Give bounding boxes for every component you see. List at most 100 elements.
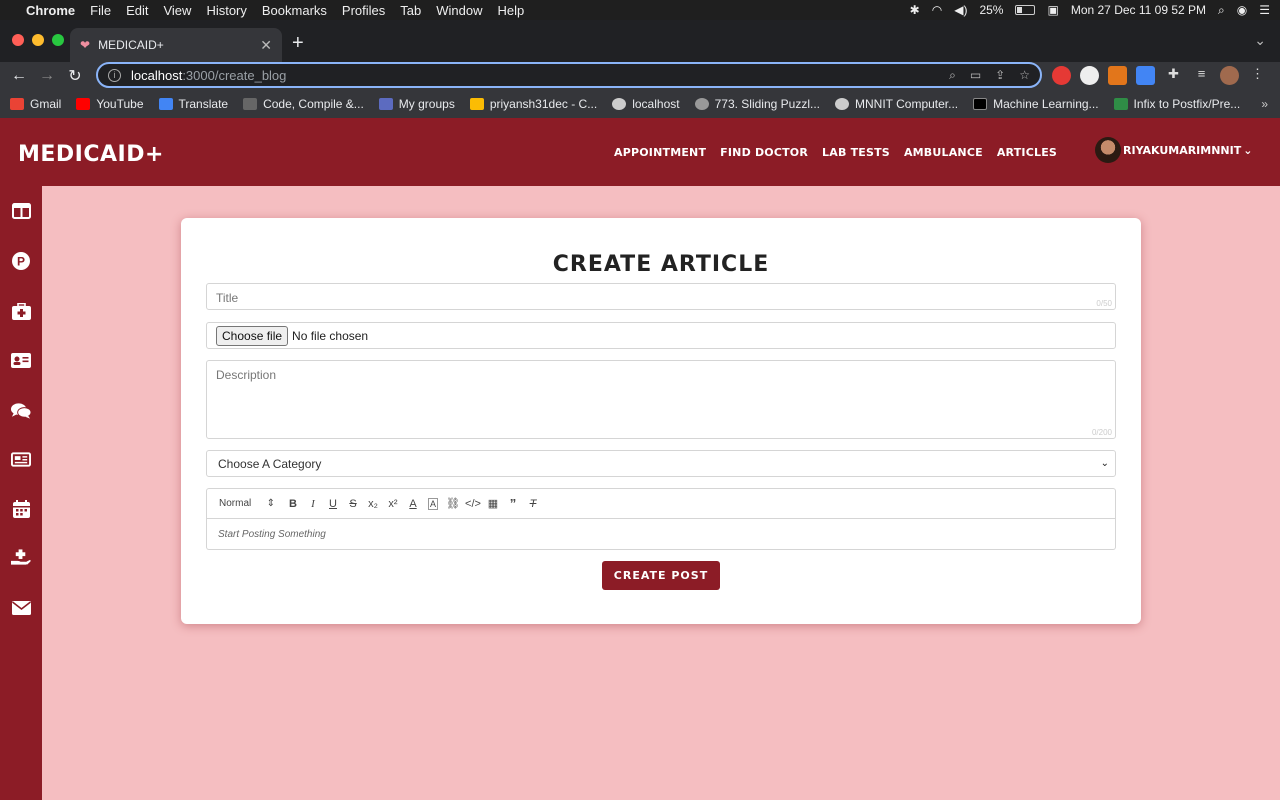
bold-icon[interactable]: B xyxy=(283,498,303,510)
keyboard-icon[interactable]: ▣ xyxy=(1047,3,1058,17)
share-icon[interactable]: ⇪ xyxy=(995,68,1005,83)
forward-arrow-icon[interactable]: → xyxy=(33,67,61,85)
back-arrow-icon[interactable]: ← xyxy=(5,67,33,85)
background-color-icon[interactable]: A xyxy=(423,497,443,510)
nav-appointment[interactable]: APPOINTMENT xyxy=(614,146,706,159)
puzzle-extensions-icon[interactable]: ✚ xyxy=(1164,66,1183,85)
italic-icon[interactable]: I xyxy=(303,498,323,510)
create-post-button[interactable]: CREATE POST xyxy=(602,561,720,590)
clock[interactable]: Mon 27 Dec 11 09 52 PM xyxy=(1071,3,1206,17)
category-select[interactable]: Choose A Category ⌄ xyxy=(206,450,1116,477)
address-bar[interactable]: i localhost:3000/create_blog ⌕ ▭ ⇪ ☆ xyxy=(96,62,1042,88)
strikethrough-icon[interactable]: S xyxy=(343,498,363,510)
video-icon[interactable]: ▦ xyxy=(483,497,503,510)
menu-app-name[interactable]: Chrome xyxy=(26,3,75,18)
underline-icon[interactable]: U xyxy=(323,498,343,510)
spotlight-search-icon[interactable]: ⌕ xyxy=(1218,3,1225,18)
bookmark-my-groups[interactable]: My groups xyxy=(378,97,455,111)
nav-lab-tests[interactable]: LAB TESTS xyxy=(822,146,890,159)
profile-avatar-icon[interactable] xyxy=(1220,66,1239,85)
format-picker[interactable]: Normal ⇕ xyxy=(219,498,283,509)
volume-icon[interactable]: ◀︎) xyxy=(954,3,967,17)
bookmark-infix-postfix[interactable]: Infix to Postfix/Pre... xyxy=(1113,97,1240,111)
bookmark-star-icon[interactable]: ☆ xyxy=(1019,68,1030,83)
minimize-window-button[interactable] xyxy=(32,34,44,46)
bookmark-mnnit[interactable]: MNNIT Computer... xyxy=(835,97,958,111)
zoom-icon[interactable]: ⌕ xyxy=(949,68,956,83)
file-input-row: Choose file No file chosen xyxy=(207,323,1115,348)
metamask-fox-icon[interactable] xyxy=(1108,66,1127,85)
nav-ambulance[interactable]: AMBULANCE xyxy=(904,146,983,159)
menu-tab[interactable]: Tab xyxy=(400,3,421,18)
new-tab-button[interactable]: + xyxy=(292,32,304,55)
reading-list-icon[interactable]: ≡ xyxy=(1192,66,1211,85)
extension-red-icon[interactable] xyxy=(1052,66,1071,85)
chat-bubbles-icon[interactable] xyxy=(11,401,31,419)
bookmark-sliding-puzzle[interactable]: 773. Sliding Puzzl... xyxy=(694,97,820,111)
dashboard-icon[interactable] xyxy=(11,202,31,220)
calendar-icon[interactable] xyxy=(11,500,31,518)
siri-icon[interactable]: ◉ xyxy=(1237,3,1247,17)
choose-file-button[interactable]: Choose file xyxy=(216,325,289,346)
translate-icon xyxy=(158,98,173,110)
editor-placeholder: Start Posting Something xyxy=(218,529,326,540)
menu-file[interactable]: File xyxy=(90,3,111,18)
tab-medicaid[interactable]: ❤ MEDICAID+ ✕ xyxy=(70,28,282,62)
medical-kit-icon[interactable] xyxy=(11,302,31,320)
newspaper-icon[interactable] xyxy=(11,450,31,468)
bookmark-youtube[interactable]: YouTube xyxy=(76,97,144,111)
url-host: localhost xyxy=(131,67,183,83)
more-bookmarks-icon[interactable]: » xyxy=(1261,97,1268,111)
hand-holding-medical-icon[interactable] xyxy=(11,549,31,567)
menu-edit[interactable]: Edit xyxy=(126,3,148,18)
user-menu[interactable]: RIYAKUMARIMNNIT ⌄ xyxy=(1095,137,1252,163)
parking-icon[interactable]: P xyxy=(11,252,31,270)
menu-bookmarks[interactable]: Bookmarks xyxy=(262,3,327,18)
battery-icon[interactable] xyxy=(1015,5,1036,15)
description-char-counter: 0/200 xyxy=(1091,428,1112,437)
nav-find-doctor[interactable]: FIND DOCTOR xyxy=(720,146,808,159)
menu-view[interactable]: View xyxy=(163,3,191,18)
id-card-icon[interactable] xyxy=(11,351,31,369)
bookmark-translate[interactable]: Translate xyxy=(158,97,228,111)
envelope-icon[interactable] xyxy=(11,599,31,617)
nav-articles[interactable]: ARTICLES xyxy=(997,146,1057,159)
rich-text-editor[interactable]: Start Posting Something xyxy=(206,518,1116,550)
google-translate-icon[interactable] xyxy=(1136,66,1155,85)
bookmark-priyansh[interactable]: priyansh31dec - C... xyxy=(469,97,597,111)
app-logo[interactable]: MEDICAID+ xyxy=(18,142,164,167)
close-window-button[interactable] xyxy=(12,34,24,46)
subscript-icon[interactable]: x₂ xyxy=(363,498,383,510)
bookmark-code-compile[interactable]: Code, Compile &... xyxy=(243,97,364,111)
close-tab-icon[interactable]: ✕ xyxy=(260,37,272,54)
title-input[interactable]: Title 0/50 xyxy=(206,283,1116,310)
reload-icon[interactable]: ↻ xyxy=(61,66,89,86)
superscript-icon[interactable]: x² xyxy=(383,498,403,510)
globe-icon xyxy=(612,98,627,110)
link-icon[interactable]: ⛓ xyxy=(443,497,463,510)
menu-help[interactable]: Help xyxy=(498,3,525,18)
bookmark-machine-learning[interactable]: Machine Learning... xyxy=(973,97,1099,111)
card-icon[interactable]: ▭ xyxy=(970,68,981,83)
zoom-window-button[interactable] xyxy=(52,34,64,46)
up-down-arrows-icon: ⇕ xyxy=(266,498,275,509)
menu-window[interactable]: Window xyxy=(436,3,482,18)
site-info-icon[interactable]: i xyxy=(108,68,121,82)
leetcode-icon xyxy=(694,98,709,110)
bookmark-localhost[interactable]: localhost xyxy=(612,97,680,111)
bookmark-gmail[interactable]: Gmail xyxy=(10,97,61,111)
menu-profiles[interactable]: Profiles xyxy=(342,3,385,18)
tab-search-chevron-icon[interactable]: ⌄ xyxy=(1254,32,1266,49)
chrome-menu-icon[interactable]: ⋮ xyxy=(1248,66,1267,85)
file-input[interactable]: Choose file No file chosen xyxy=(206,322,1116,349)
menu-history[interactable]: History xyxy=(206,3,246,18)
extension-white-icon[interactable] xyxy=(1080,66,1099,85)
clear-formatting-icon[interactable]: T xyxy=(523,498,543,510)
control-center-icon[interactable]: ☰ xyxy=(1259,3,1270,17)
blockquote-icon[interactable]: ” xyxy=(503,496,523,511)
wifi-icon[interactable]: ◠ xyxy=(932,3,942,17)
description-textarea[interactable]: Description 0/200 xyxy=(206,360,1116,439)
bluetooth-icon[interactable]: ✱ xyxy=(910,3,920,17)
text-color-icon[interactable]: A xyxy=(403,498,423,510)
code-icon[interactable]: </> xyxy=(463,498,483,510)
